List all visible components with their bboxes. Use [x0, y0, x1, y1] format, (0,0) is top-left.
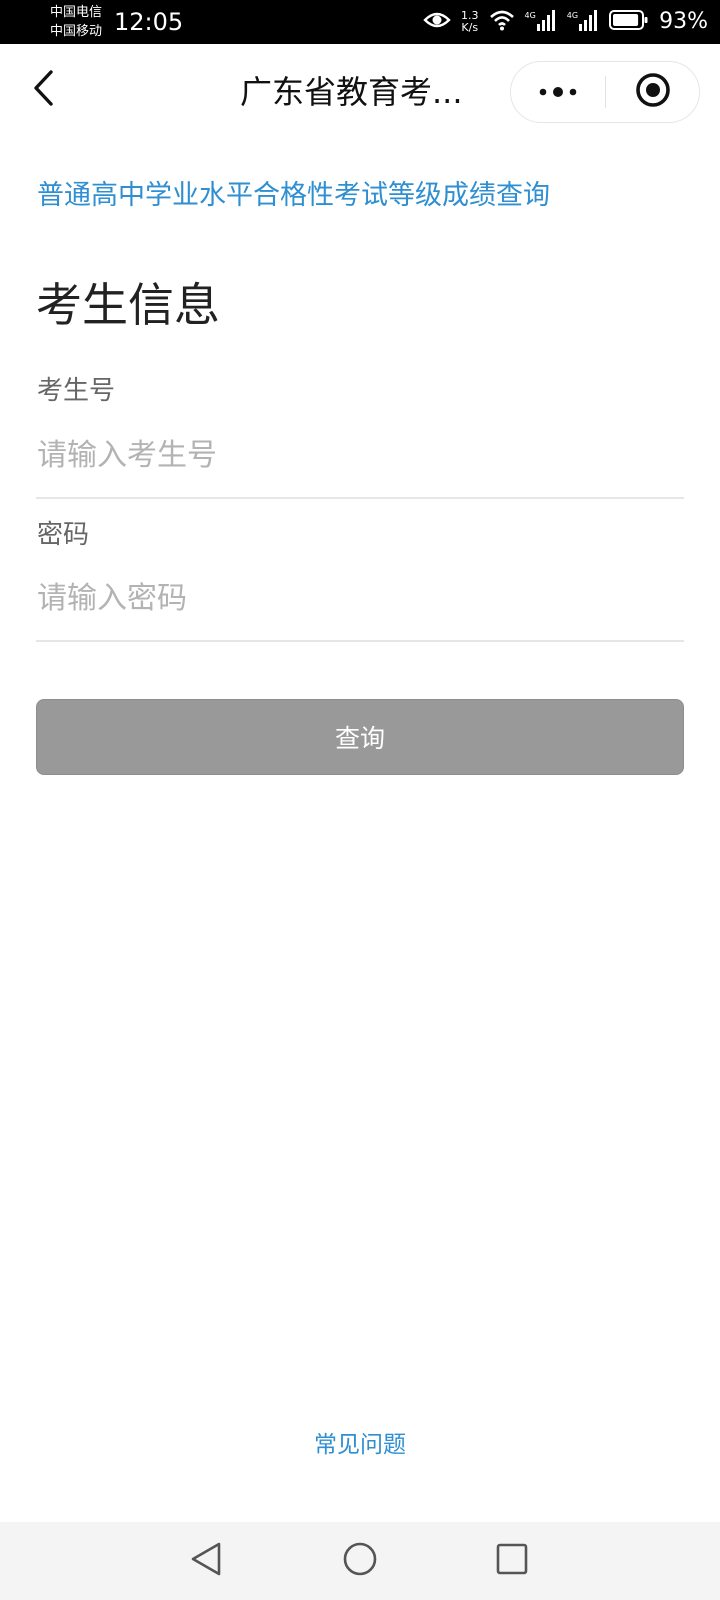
page-title: 广东省教育考...	[240, 73, 463, 111]
password-input[interactable]	[37, 573, 677, 623]
eye-icon	[423, 10, 451, 34]
status-icons: 1.3 K/s 4G 4G 93%	[413, 0, 708, 44]
home-circle-icon	[342, 1541, 378, 1581]
network-speed: 1.3 K/s	[461, 10, 479, 34]
password-divider	[36, 640, 684, 642]
system-nav-bar	[0, 1522, 720, 1600]
query-button[interactable]: 查询	[36, 699, 684, 775]
password-label: 密码	[37, 520, 90, 550]
carrier-info: 中国电信 中国移动	[50, 3, 102, 41]
system-recents-button[interactable]	[487, 1536, 537, 1586]
signal-2-tag: 4G	[566, 11, 579, 20]
close-button[interactable]	[606, 62, 699, 122]
candidate-number-input[interactable]	[37, 430, 677, 480]
back-triangle-icon	[189, 1541, 223, 1581]
recents-square-icon	[496, 1543, 528, 1579]
faq-link[interactable]: 常见问题	[0, 1428, 720, 1462]
status-bar: 中国电信 中国移动 12:05 1.3 K/s 4G 4G 93%	[0, 0, 720, 44]
page-heading: 普通高中学业水平合格性考试等级成绩查询	[37, 180, 550, 211]
carrier-1: 中国电信	[50, 5, 103, 20]
system-back-button[interactable]	[181, 1536, 231, 1586]
target-close-icon	[635, 72, 671, 112]
signal-1-tag: 4G	[524, 11, 536, 20]
signal-1: 4G	[525, 9, 557, 35]
back-button[interactable]	[20, 64, 66, 116]
clock: 12:05	[114, 8, 184, 36]
signal-icon	[536, 9, 557, 35]
candidate-number-label: 考生号	[37, 376, 116, 406]
carrier-2: 中国移动	[50, 24, 103, 39]
signal-icon	[579, 9, 599, 35]
more-dots-icon	[538, 83, 578, 102]
network-speed-unit: K/s	[461, 21, 479, 34]
chevron-left-icon	[32, 69, 54, 111]
wifi-icon	[489, 9, 515, 35]
battery-icon	[609, 9, 649, 35]
section-title: 考生信息	[36, 278, 220, 332]
nav-bar: 广东省教育考...	[0, 44, 720, 144]
more-button[interactable]	[511, 62, 605, 122]
app-root: 中国电信 中国移动 12:05 1.3 K/s 4G 4G 93% 广东省教育考…	[0, 0, 720, 1600]
battery-percent: 93%	[659, 9, 708, 34]
candidate-number-divider	[36, 497, 684, 499]
mini-program-capsule	[510, 61, 700, 123]
signal-2: 4G	[567, 9, 599, 35]
system-home-button[interactable]	[335, 1536, 385, 1586]
